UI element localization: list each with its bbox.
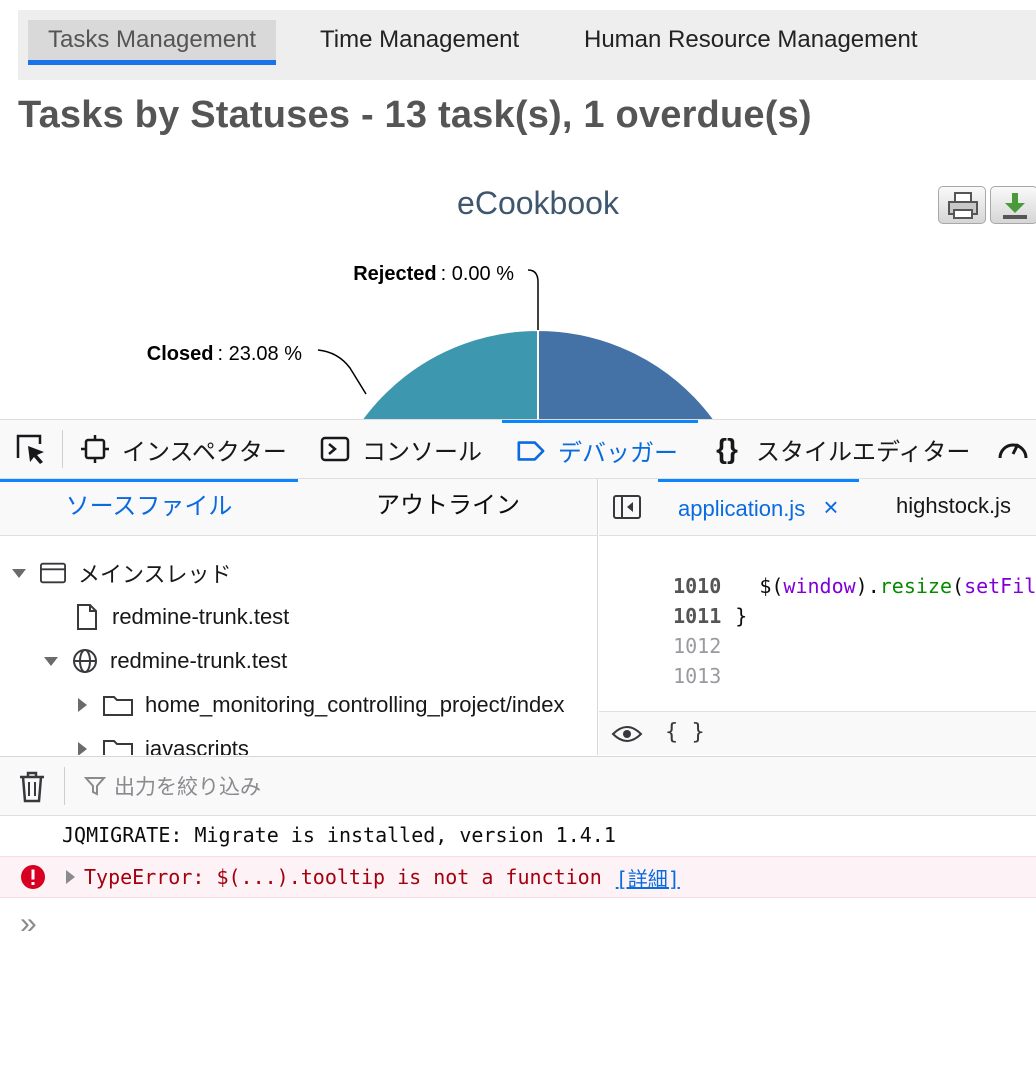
code-line: 1011} [599, 571, 747, 628]
tree-item-main-thread[interactable]: メインスレッド [12, 553, 232, 593]
expand-arrow-icon[interactable] [66, 870, 75, 884]
tab-inspector-label: インスペクター [122, 438, 287, 466]
tree-item-home-monitoring[interactable]: home_monitoring_controlling_project/inde… [78, 685, 564, 725]
tree-label: メインスレッド [78, 562, 232, 587]
connector-rejected [527, 269, 539, 330]
console-toolbar: 出力を絞り込み [0, 756, 1036, 816]
close-icon[interactable]: × [823, 492, 838, 522]
tab-inspector[interactable]: インスペクター [80, 420, 287, 478]
editor-tabs: application.js × highstock.js [599, 479, 1036, 536]
toolbar-separator [64, 767, 65, 805]
tab-tasks-management[interactable]: Tasks Management [28, 20, 277, 65]
console-prompt-icon[interactable]: » [20, 906, 37, 942]
connector-closed [317, 349, 367, 395]
sidebar-toggle-icon [613, 495, 641, 519]
tree-label: redmine-trunk.test [112, 604, 290, 629]
console-icon [320, 434, 350, 464]
learn-more-link[interactable]: [詳細] [616, 863, 680, 892]
window-icon [40, 560, 66, 586]
code-text: } [735, 604, 748, 628]
collapse-arrow-icon [78, 742, 87, 755]
pick-element-icon [16, 434, 44, 464]
trash-icon[interactable] [18, 771, 46, 803]
style-editor-icon: {} [716, 433, 738, 464]
app-tabs: Tasks Management Time Management Human R… [18, 10, 1036, 80]
file-icon [74, 604, 100, 630]
error-icon [21, 865, 45, 889]
editor-footer: { } [599, 711, 1036, 755]
tree-label: home_monitoring_controlling_project/inde… [145, 692, 565, 717]
tab-time-management[interactable]: Time Management [300, 20, 539, 65]
label-rejected-name: Rejected [353, 263, 436, 285]
chart-title: eCookbook [457, 185, 620, 221]
chart-export-button[interactable] [990, 186, 1036, 224]
console-message-text: JQMIGRATE: Migrate is installed, version… [62, 823, 616, 847]
collapse-arrow-icon [78, 698, 87, 712]
expand-arrow-icon [44, 656, 58, 666]
pretty-print-button[interactable]: { } [665, 720, 705, 745]
eye-icon[interactable] [611, 722, 643, 746]
expand-arrow-icon [12, 568, 26, 578]
tab-console[interactable]: コンソール [320, 420, 482, 478]
console-error-text: TypeError: $(...).tooltip is not a funct… [84, 865, 602, 889]
debugger-icon [516, 436, 546, 466]
tab-debugger-label: デバッガー [558, 440, 678, 467]
filter-placeholder: 出力を絞り込み [114, 776, 261, 799]
download-icon [1003, 193, 1027, 219]
code-line: 1012 [599, 601, 735, 658]
folder-icon [103, 692, 133, 718]
filter-icon [84, 777, 106, 796]
console-message-log: JQMIGRATE: Migrate is installed, version… [0, 814, 1036, 856]
label-closed-value: 23.08 % [229, 343, 303, 365]
editor-panel: application.js × highstock.js 1010 $(win… [599, 479, 1036, 755]
tab-style-editor-label: スタイルエディター [756, 438, 971, 466]
chart-print-button[interactable] [938, 186, 986, 224]
label-rejected-value: 0.00 % [452, 263, 514, 285]
data-label-closed: Closed: 23.08 % [147, 343, 302, 365]
label-closed-name: Closed [147, 343, 214, 365]
tree-item-javascripts[interactable]: javascripts [78, 729, 249, 755]
code-line: 1010 $(window).resize(setFilec [599, 541, 1036, 598]
devtools-toolbar: インスペクター コンソール デバッガー {} スタイルエディター [0, 419, 1036, 479]
folder-icon [103, 736, 133, 755]
code-line: 1014$(function () { [599, 661, 916, 687]
editor-tab-label: application.js [678, 496, 806, 521]
tab-console-label: コンソール [362, 438, 482, 466]
code-line: 1013 [599, 631, 735, 687]
pie-chart-svg: eCookbook Rejected: 0.00 % Closed: 23.08… [147, 185, 716, 420]
editor-tab-highstock-js[interactable]: highstock.js [896, 479, 1011, 535]
editor-tab-application-js[interactable]: application.js × [658, 479, 859, 535]
tab-outline[interactable]: アウトライン [298, 479, 597, 535]
sources-panel: ソースファイル アウトライン メインスレッド redmine-trunk.tes… [0, 479, 598, 755]
sources-tabs: ソースファイル アウトライン [0, 479, 597, 536]
tree-label: redmine-trunk.test [110, 648, 288, 673]
data-label-rejected: Rejected: 0.00 % [353, 263, 514, 285]
tree-item-redmine-file[interactable]: redmine-trunk.test [74, 597, 289, 637]
tab-source-files[interactable]: ソースファイル [0, 479, 298, 535]
tree-label: javascripts [145, 736, 249, 755]
pick-element-button[interactable] [14, 420, 48, 478]
code-editor[interactable]: 1010 $(window).resize(setFilec 1011} 101… [599, 537, 1036, 687]
console-filter-input[interactable]: 出力を絞り込み [84, 757, 261, 815]
tab-performance[interactable] [996, 420, 1030, 478]
page-title: Tasks by Statuses - 13 task(s), 1 overdu… [18, 94, 812, 136]
performance-icon [998, 443, 1028, 459]
status-pie-chart: eCookbook Rejected: 0.00 % Closed: 23.08… [0, 170, 1036, 420]
tab-human-resource-management[interactable]: Human Resource Management [564, 20, 938, 65]
toggle-sources-button[interactable] [613, 479, 643, 535]
console-message-error[interactable]: TypeError: $(...).tooltip is not a funct… [0, 856, 1036, 898]
tab-debugger[interactable]: デバッガー [502, 420, 698, 478]
code-text: $(window).resize(setFilec [735, 574, 1036, 598]
tree-item-redmine-domain[interactable]: redmine-trunk.test [44, 641, 287, 681]
tab-style-editor[interactable]: {} スタイルエディター [710, 420, 970, 478]
toolbar-separator [62, 430, 63, 468]
inspector-icon [80, 434, 110, 464]
globe-icon [72, 648, 98, 674]
printer-icon [948, 192, 978, 219]
